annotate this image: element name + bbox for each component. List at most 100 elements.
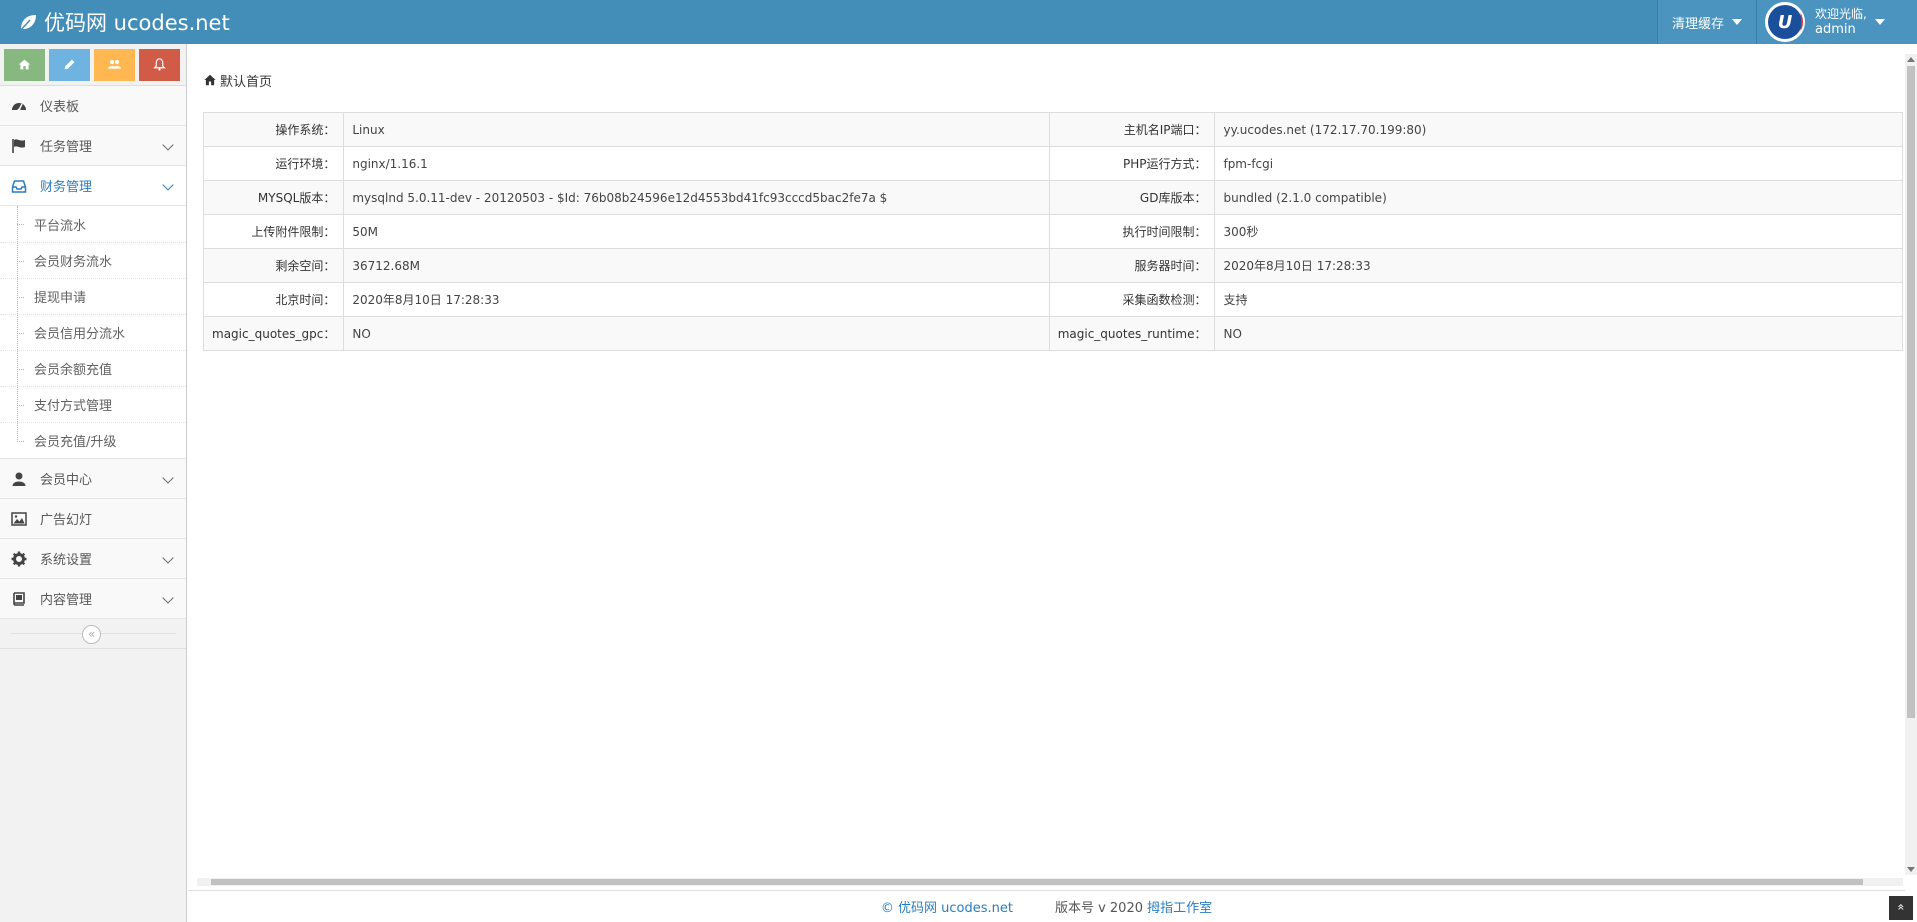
table-row: 操作系统： Linux 主机名IP端口： yy.ucodes.net (172.17.…: [202, 112, 1903, 147]
info-value: bundled (2.1.0 compatible): [1214, 180, 1903, 215]
avatar: U: [1765, 2, 1805, 42]
info-value: mysqlnd 5.0.11-dev - 20120503 - $Id: 76b…: [343, 180, 1050, 215]
sidebar-item-settings[interactable]: 系统设置: [0, 539, 186, 579]
sidebar-item-label: 财务管理: [40, 180, 93, 195]
info-value: nginx/1.16.1: [343, 146, 1050, 181]
main-content: 默认首页 操作系统： Linux 主机名IP端口： yy.ucodes.net (17…: [188, 44, 1905, 922]
info-label: 运行环境：: [202, 146, 345, 181]
info-label: GD库版本：: [1048, 180, 1216, 215]
info-value: NO: [343, 316, 1050, 351]
scrollbar-thumb[interactable]: [1907, 66, 1915, 718]
sidebar-item-label: 任务管理: [40, 140, 93, 155]
pencil-icon: [64, 59, 75, 70]
clear-cache-button[interactable]: 清理缓存: [1656, 0, 1756, 44]
info-value: NO: [1214, 316, 1903, 351]
submenu-item-balance-recharge[interactable]: 会员余额充值: [0, 350, 186, 386]
dashboard-icon: [12, 102, 26, 111]
info-value: 50M: [343, 214, 1050, 249]
info-label: PHP运行方式：: [1048, 146, 1216, 181]
book-icon: [13, 591, 25, 606]
info-label: magic_quotes_runtime：: [1048, 316, 1216, 351]
info-label: 执行时间限制：: [1048, 214, 1216, 249]
breadcrumb-home[interactable]: 默认首页: [220, 71, 272, 90]
info-value: 300秒: [1214, 214, 1903, 249]
submenu-item-withdraw-request[interactable]: 提现申请: [0, 278, 186, 314]
table-row: 运行环境： nginx/1.16.1 PHP运行方式： fpm-fcgi: [202, 146, 1903, 181]
chevron-down-icon: [162, 472, 174, 484]
flag-icon: [12, 138, 25, 153]
submenu-item-platform-flow[interactable]: 平台流水: [0, 206, 186, 242]
info-label: 剩余空间：: [202, 248, 345, 283]
gear-icon: [11, 551, 27, 566]
ucodes-logo-icon: U: [1768, 5, 1803, 39]
info-value: fpm-fcgi: [1214, 146, 1903, 181]
scroll-up-arrow-icon[interactable]: [1907, 57, 1915, 62]
sidebar-item-label: 会员中心: [40, 473, 93, 488]
sidebar-item-members[interactable]: 会员中心: [0, 459, 186, 499]
info-label: 主机名IP端口：: [1048, 112, 1216, 147]
users-icon: [108, 60, 121, 69]
sidebar-item-label: 仪表板: [40, 100, 80, 115]
sidebar-item-ads[interactable]: 广告幻灯: [0, 499, 186, 539]
system-info-table: 操作系统： Linux 主机名IP端口： yy.ucodes.net (172.17.…: [202, 112, 1903, 351]
home-icon: [18, 59, 31, 70]
info-label: 服务器时间：: [1048, 248, 1216, 283]
info-value: yy.ucodes.net (172.17.70.199:80): [1214, 112, 1903, 147]
brand-title: 优码网 ucodes.net: [44, 11, 230, 35]
submenu-item-credit-flow[interactable]: 会员信用分流水: [0, 314, 186, 350]
sidebar-item-label: 内容管理: [40, 593, 93, 608]
bell-icon: [153, 58, 166, 71]
vertical-scrollbar[interactable]: [1905, 54, 1917, 875]
edit-shortcut-button[interactable]: [49, 48, 90, 81]
sidebar-item-finance[interactable]: 财务管理: [0, 166, 186, 206]
info-label: 操作系统：: [202, 112, 345, 147]
submenu-item-recharge-upgrade[interactable]: 会员充值/升级: [0, 422, 186, 458]
breadcrumb: 默认首页: [204, 70, 272, 90]
scroll-down-arrow-icon[interactable]: [1907, 867, 1915, 872]
info-value: 支持: [1214, 282, 1903, 317]
scrollbar-thumb[interactable]: [211, 879, 1863, 885]
sidebar-item-content[interactable]: 内容管理: [0, 579, 186, 619]
sidebar: 仪表板 任务管理 财务管理 平台流水 会员财务流水 提现申请 会员信用分流水 会…: [0, 44, 187, 922]
footer-copyright[interactable]: © 优码网 ucodes.net: [881, 897, 1013, 916]
username: admin: [1815, 22, 1856, 37]
sidebar-item-tasks[interactable]: 任务管理: [0, 126, 186, 166]
info-value: 36712.68M: [343, 248, 1050, 283]
submenu-item-payment-methods[interactable]: 支付方式管理: [0, 386, 186, 422]
info-label: 上传附件限制：: [202, 214, 345, 249]
back-to-top-button[interactable]: »: [1889, 896, 1913, 920]
info-value: 2020年8月10日 17:28:33: [1214, 248, 1903, 283]
chevron-down-icon: [162, 139, 174, 151]
double-chevron-left-icon[interactable]: «: [82, 625, 101, 644]
chevron-down-icon: [162, 179, 174, 191]
picture-icon: [11, 511, 27, 526]
table-row: magic_quotes_gpc： NO magic_quotes_runtime：…: [202, 316, 1903, 351]
info-label: 采集函数检测：: [1048, 282, 1216, 317]
footer-version: 版本号 v 2020: [1054, 901, 1143, 916]
footer-studio-link[interactable]: 拇指工作室: [1147, 897, 1212, 916]
table-row: 剩余空间： 36712.68M 服务器时间： 2020年8月10日 17:28:33: [202, 248, 1903, 283]
inbox-icon: [11, 179, 27, 193]
home-shortcut-button[interactable]: [4, 48, 45, 81]
home-icon: [204, 74, 216, 86]
footer: © 优码网 ucodes.net 版本号 v 2020 拇指工作室: [188, 890, 1905, 922]
submenu-item-member-finance-flow[interactable]: 会员财务流水: [0, 242, 186, 278]
info-label: magic_quotes_gpc：: [202, 316, 345, 351]
table-row: MYSQL版本： mysqlnd 5.0.11-dev - 20120503 - …: [202, 180, 1903, 215]
info-value: 2020年8月10日 17:28:33: [343, 282, 1050, 317]
finance-submenu: 平台流水 会员财务流水 提现申请 会员信用分流水 会员余额充值 支付方式管理 会…: [0, 206, 186, 459]
users-shortcut-button[interactable]: [94, 48, 135, 81]
sidebar-item-label: 广告幻灯: [40, 513, 93, 528]
info-label: 北京时间：: [202, 282, 345, 317]
caret-down-icon: [1874, 19, 1885, 25]
sidebar-item-dashboard[interactable]: 仪表板: [0, 86, 186, 126]
brand-logo[interactable]: 优码网 ucodes.net: [18, 0, 230, 44]
double-chevron-up-icon: »: [1894, 903, 1908, 911]
clear-cache-label: 清理缓存: [1671, 16, 1724, 32]
horizontal-scrollbar[interactable]: [197, 878, 1903, 886]
sidebar-collapse-bar: «: [0, 619, 186, 649]
user-menu-button[interactable]: U 欢迎光临, admin: [1756, 0, 1917, 44]
table-row: 北京时间： 2020年8月10日 17:28:33 采集函数检测： 支持: [202, 282, 1903, 317]
notifications-shortcut-button[interactable]: [139, 48, 180, 81]
info-value: Linux: [343, 112, 1050, 147]
